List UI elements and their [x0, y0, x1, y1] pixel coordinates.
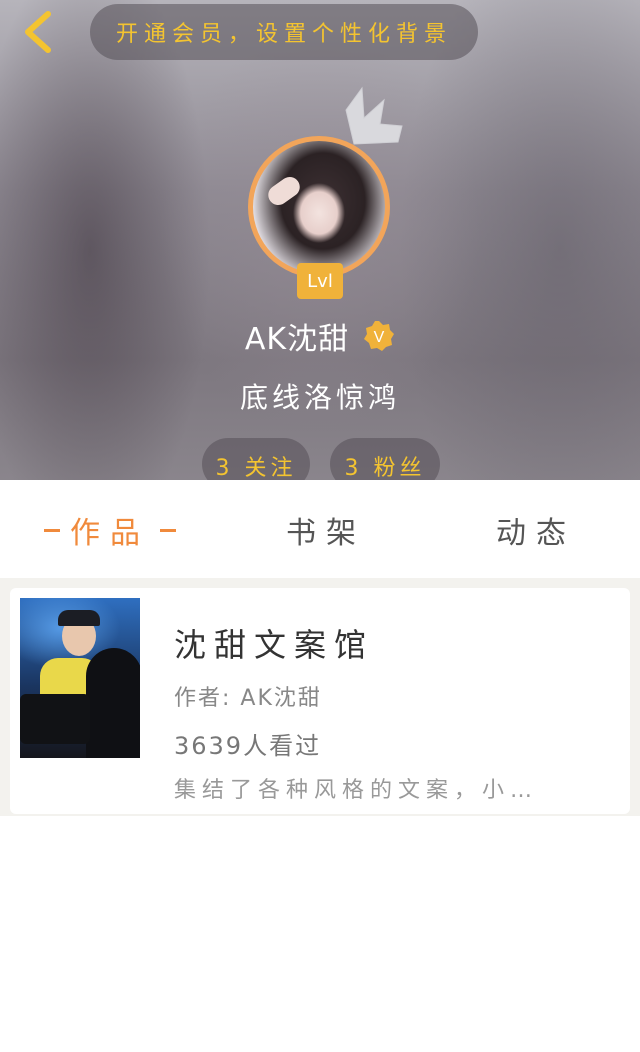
book-description: 集结了各种风格的文案，小… — [174, 778, 539, 803]
crown-icon — [345, 86, 403, 145]
level-badge: Lvl — [297, 263, 343, 299]
profile-header: 开通会员，设置个性化背景 Lvl AK沈甜 V 底线洛惊鸿 3 关注 3 粉丝 — [0, 0, 640, 480]
vip-banner-text: 开通会员，设置个性化背景 — [115, 22, 452, 47]
active-tab-dash-left — [44, 528, 60, 532]
avatar-image — [253, 141, 385, 273]
fans-label: 3 粉丝 — [344, 456, 426, 480]
profile-tabs: 作品 书架 动态 — [0, 480, 640, 578]
username-row: AK沈甜 V — [0, 312, 640, 360]
bio: 底线洛惊鸿 — [239, 381, 400, 414]
username: AK沈甜 — [244, 322, 350, 357]
book-view-count: 3639人看过 — [174, 732, 322, 760]
following-count[interactable]: 3 关注 — [202, 438, 310, 480]
tab-feed[interactable]: 动态 — [496, 508, 576, 552]
book-cover-image — [20, 598, 140, 758]
back-button[interactable] — [14, 8, 62, 56]
chevron-left-icon — [25, 11, 51, 53]
following-label: 3 关注 — [215, 456, 297, 480]
book-author: 作者: AK沈甜 — [174, 686, 322, 711]
list-item[interactable]: 沈甜文案馆 作者: AK沈甜 3639人看过 集结了各种风格的文案，小… — [10, 588, 630, 814]
active-tab-dash-right — [160, 528, 176, 532]
vip-background-banner[interactable]: 开通会员，设置个性化背景 — [90, 4, 478, 60]
avatar[interactable] — [248, 136, 390, 278]
tab-bookshelf[interactable]: 书架 — [286, 508, 366, 552]
book-title: 沈甜文案馆 — [174, 626, 375, 664]
verified-v-icon: V — [363, 320, 395, 352]
tab-works[interactable]: 作品 — [34, 508, 186, 552]
fans-count[interactable]: 3 粉丝 — [330, 438, 440, 480]
verified-mark: V — [374, 329, 385, 346]
tab-works-label: 作品 — [70, 516, 150, 551]
